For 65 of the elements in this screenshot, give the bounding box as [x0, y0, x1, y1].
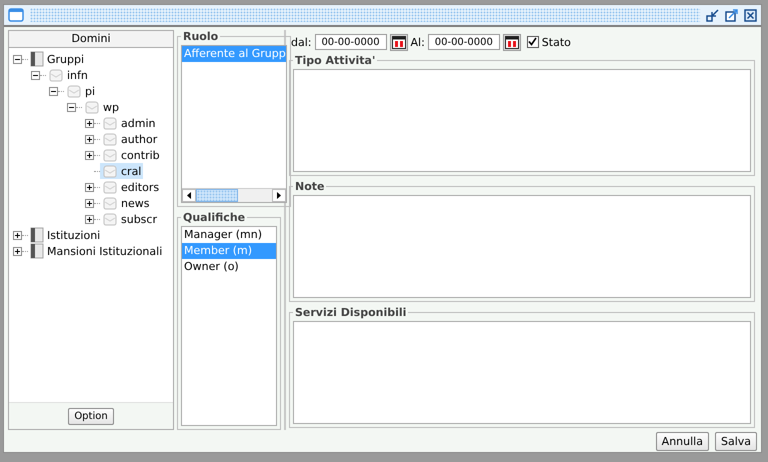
folder-icon — [84, 100, 100, 114]
expand-icon[interactable] — [13, 246, 22, 256]
folder-icon — [102, 116, 118, 130]
list-item[interactable]: Manager (mn) — [182, 227, 276, 243]
expand-icon[interactable] — [85, 198, 94, 208]
folder-icon — [66, 84, 82, 98]
date-field[interactable]: 00-00-0000 — [428, 34, 500, 50]
maximize-icon[interactable] — [725, 8, 738, 22]
expand-icon[interactable] — [85, 214, 94, 224]
tree-item[interactable]: subscr — [100, 211, 159, 227]
tree-item[interactable]: editors — [100, 179, 162, 195]
close-icon[interactable] — [744, 8, 757, 22]
dialog-button[interactable]: Salva — [714, 432, 757, 450]
minimize-icon[interactable] — [706, 8, 719, 22]
expand-icon[interactable] — [85, 134, 94, 144]
panel-header: Domini — [9, 31, 173, 48]
collapse-icon[interactable] — [49, 86, 58, 96]
folder-icon — [102, 132, 118, 146]
checkbox-label: Stato — [542, 36, 571, 48]
tree-item[interactable]: Mansioni Istituzionali — [28, 243, 164, 259]
tree-item[interactable]: contrib — [100, 147, 162, 163]
expand-icon[interactable] — [85, 118, 94, 128]
calendar-icon[interactable] — [390, 34, 408, 50]
book-icon — [30, 51, 44, 67]
group-title: Tipo Attivita' — [294, 54, 376, 67]
scroll-left-icon[interactable] — [182, 189, 196, 202]
scrollbar[interactable] — [182, 188, 286, 202]
tree-item[interactable]: pi — [64, 83, 98, 99]
book-icon — [30, 243, 44, 259]
tree-item[interactable]: infn — [46, 67, 90, 83]
calendar-icon[interactable] — [502, 34, 521, 50]
dialog-button[interactable]: Annulla — [656, 432, 709, 450]
date-field[interactable]: 00-00-0000 — [314, 34, 386, 50]
expand-icon[interactable] — [85, 150, 94, 160]
option-button[interactable]: Option — [68, 408, 114, 424]
scroll-thumb[interactable] — [196, 189, 238, 202]
collapse-icon[interactable] — [31, 70, 40, 80]
collapse-icon[interactable] — [13, 54, 22, 64]
tree-item[interactable]: Istituzioni — [28, 227, 102, 243]
collapse-icon[interactable] — [67, 102, 76, 112]
field-label: Al: — [410, 36, 425, 48]
folder-icon — [102, 212, 118, 226]
list-item[interactable]: Owner (o) — [182, 259, 276, 275]
tree-item[interactable]: news — [100, 195, 152, 211]
checkbox[interactable] — [526, 36, 539, 48]
folder-icon — [48, 68, 64, 82]
tree-item[interactable]: admin — [100, 115, 158, 131]
folder-icon — [102, 164, 118, 178]
expand-icon[interactable] — [13, 230, 22, 240]
group-title: Qualifiche — [182, 211, 246, 224]
group-title: Note — [294, 180, 326, 193]
folder-icon — [102, 196, 118, 210]
tree-item[interactable]: Gruppi — [28, 51, 86, 67]
tree-item[interactable]: cral — [100, 163, 144, 179]
window-icon — [8, 8, 24, 22]
folder-icon — [102, 180, 118, 194]
scroll-right-icon[interactable] — [272, 189, 286, 202]
tree-item[interactable]: author — [100, 131, 160, 147]
tree-item[interactable]: wp — [82, 99, 121, 115]
field-label: dal: — [291, 36, 312, 48]
book-icon — [30, 227, 44, 243]
group-title: Ruolo — [182, 30, 220, 43]
group-title: Servizi Disponibili — [294, 306, 408, 319]
folder-icon — [102, 148, 118, 162]
expand-icon[interactable] — [85, 182, 94, 192]
